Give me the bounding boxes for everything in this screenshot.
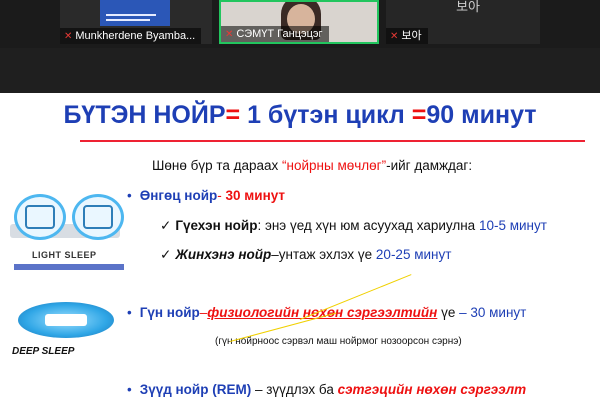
muted-mic-icon: ✕	[390, 31, 399, 42]
deep-sleep-note: (гүн нойрноос сэрвэл маш нойрмог нозоорс…	[215, 336, 462, 347]
bullet-icon: •	[127, 188, 132, 203]
slide-title: БҮТЭН НОЙР= 1 бүтэн цикл =90 минут	[63, 101, 537, 129]
participant-tile-1[interactable]: ✕ Munkherdene Byamba...	[60, 0, 212, 44]
stage-light-shallow: ✓ Гүехэн нойр: энэ үед хүн юм асуухад хар…	[160, 218, 547, 233]
deep-sleep-illustration: DEEP SLEEP	[12, 298, 122, 368]
shared-slide: БҮТЭН НОЙР= 1 бүтэн цикл =90 минут Шөнө …	[0, 93, 600, 400]
stage-light-true: ✓ Жинхэнэ нойр–унтаж эхлэх үе 20-25 минут	[160, 247, 452, 262]
muted-mic-icon: ✕	[64, 31, 73, 42]
light-sleep-bar	[14, 264, 124, 270]
deep-sleep-label: DEEP SLEEP	[12, 346, 75, 357]
pillow-icon	[72, 194, 124, 240]
pillow-icon	[14, 194, 66, 240]
participant-name-2: ✕ СЭМҮТ Ганцэцэг	[221, 26, 329, 42]
bullet-icon: •	[127, 382, 132, 397]
participant-name-3: ✕ 보아	[386, 28, 428, 44]
participant-display-name-3: 보아	[456, 0, 480, 14]
participant-name-1: ✕ Munkherdene Byamba...	[60, 28, 202, 44]
participant-tile-3[interactable]: 보아 ✕ 보아	[386, 0, 540, 44]
participant-strip: ✕ Munkherdene Byamba... ✕ СЭМҮТ Ганцэцэг 보…	[0, 0, 600, 48]
title-underline	[80, 140, 585, 142]
light-sleep-illustration: LIGHT SLEEP	[10, 188, 124, 278]
stage-light-sleep: • Өнгөц нойр- 30 минут	[127, 188, 286, 203]
check-icon: ✓	[160, 218, 172, 233]
intro-line: Шөнө бүр та дараах “нойрны мөчлөг”-ийг д…	[152, 158, 473, 173]
light-sleep-label: LIGHT SLEEP	[32, 250, 97, 260]
check-icon: ✓	[160, 247, 172, 262]
stage-rem-sleep: • Зүүд нойр (REM) – зүүдлэх ба сэтгэцийн …	[127, 382, 527, 397]
video-content-book	[100, 0, 170, 26]
muted-mic-icon: ✕	[225, 29, 234, 40]
deep-sleep-icon	[18, 302, 114, 338]
bullet-icon: •	[127, 305, 132, 320]
participant-tile-2[interactable]: ✕ СЭМҮТ Ганцэцэг	[219, 0, 379, 44]
